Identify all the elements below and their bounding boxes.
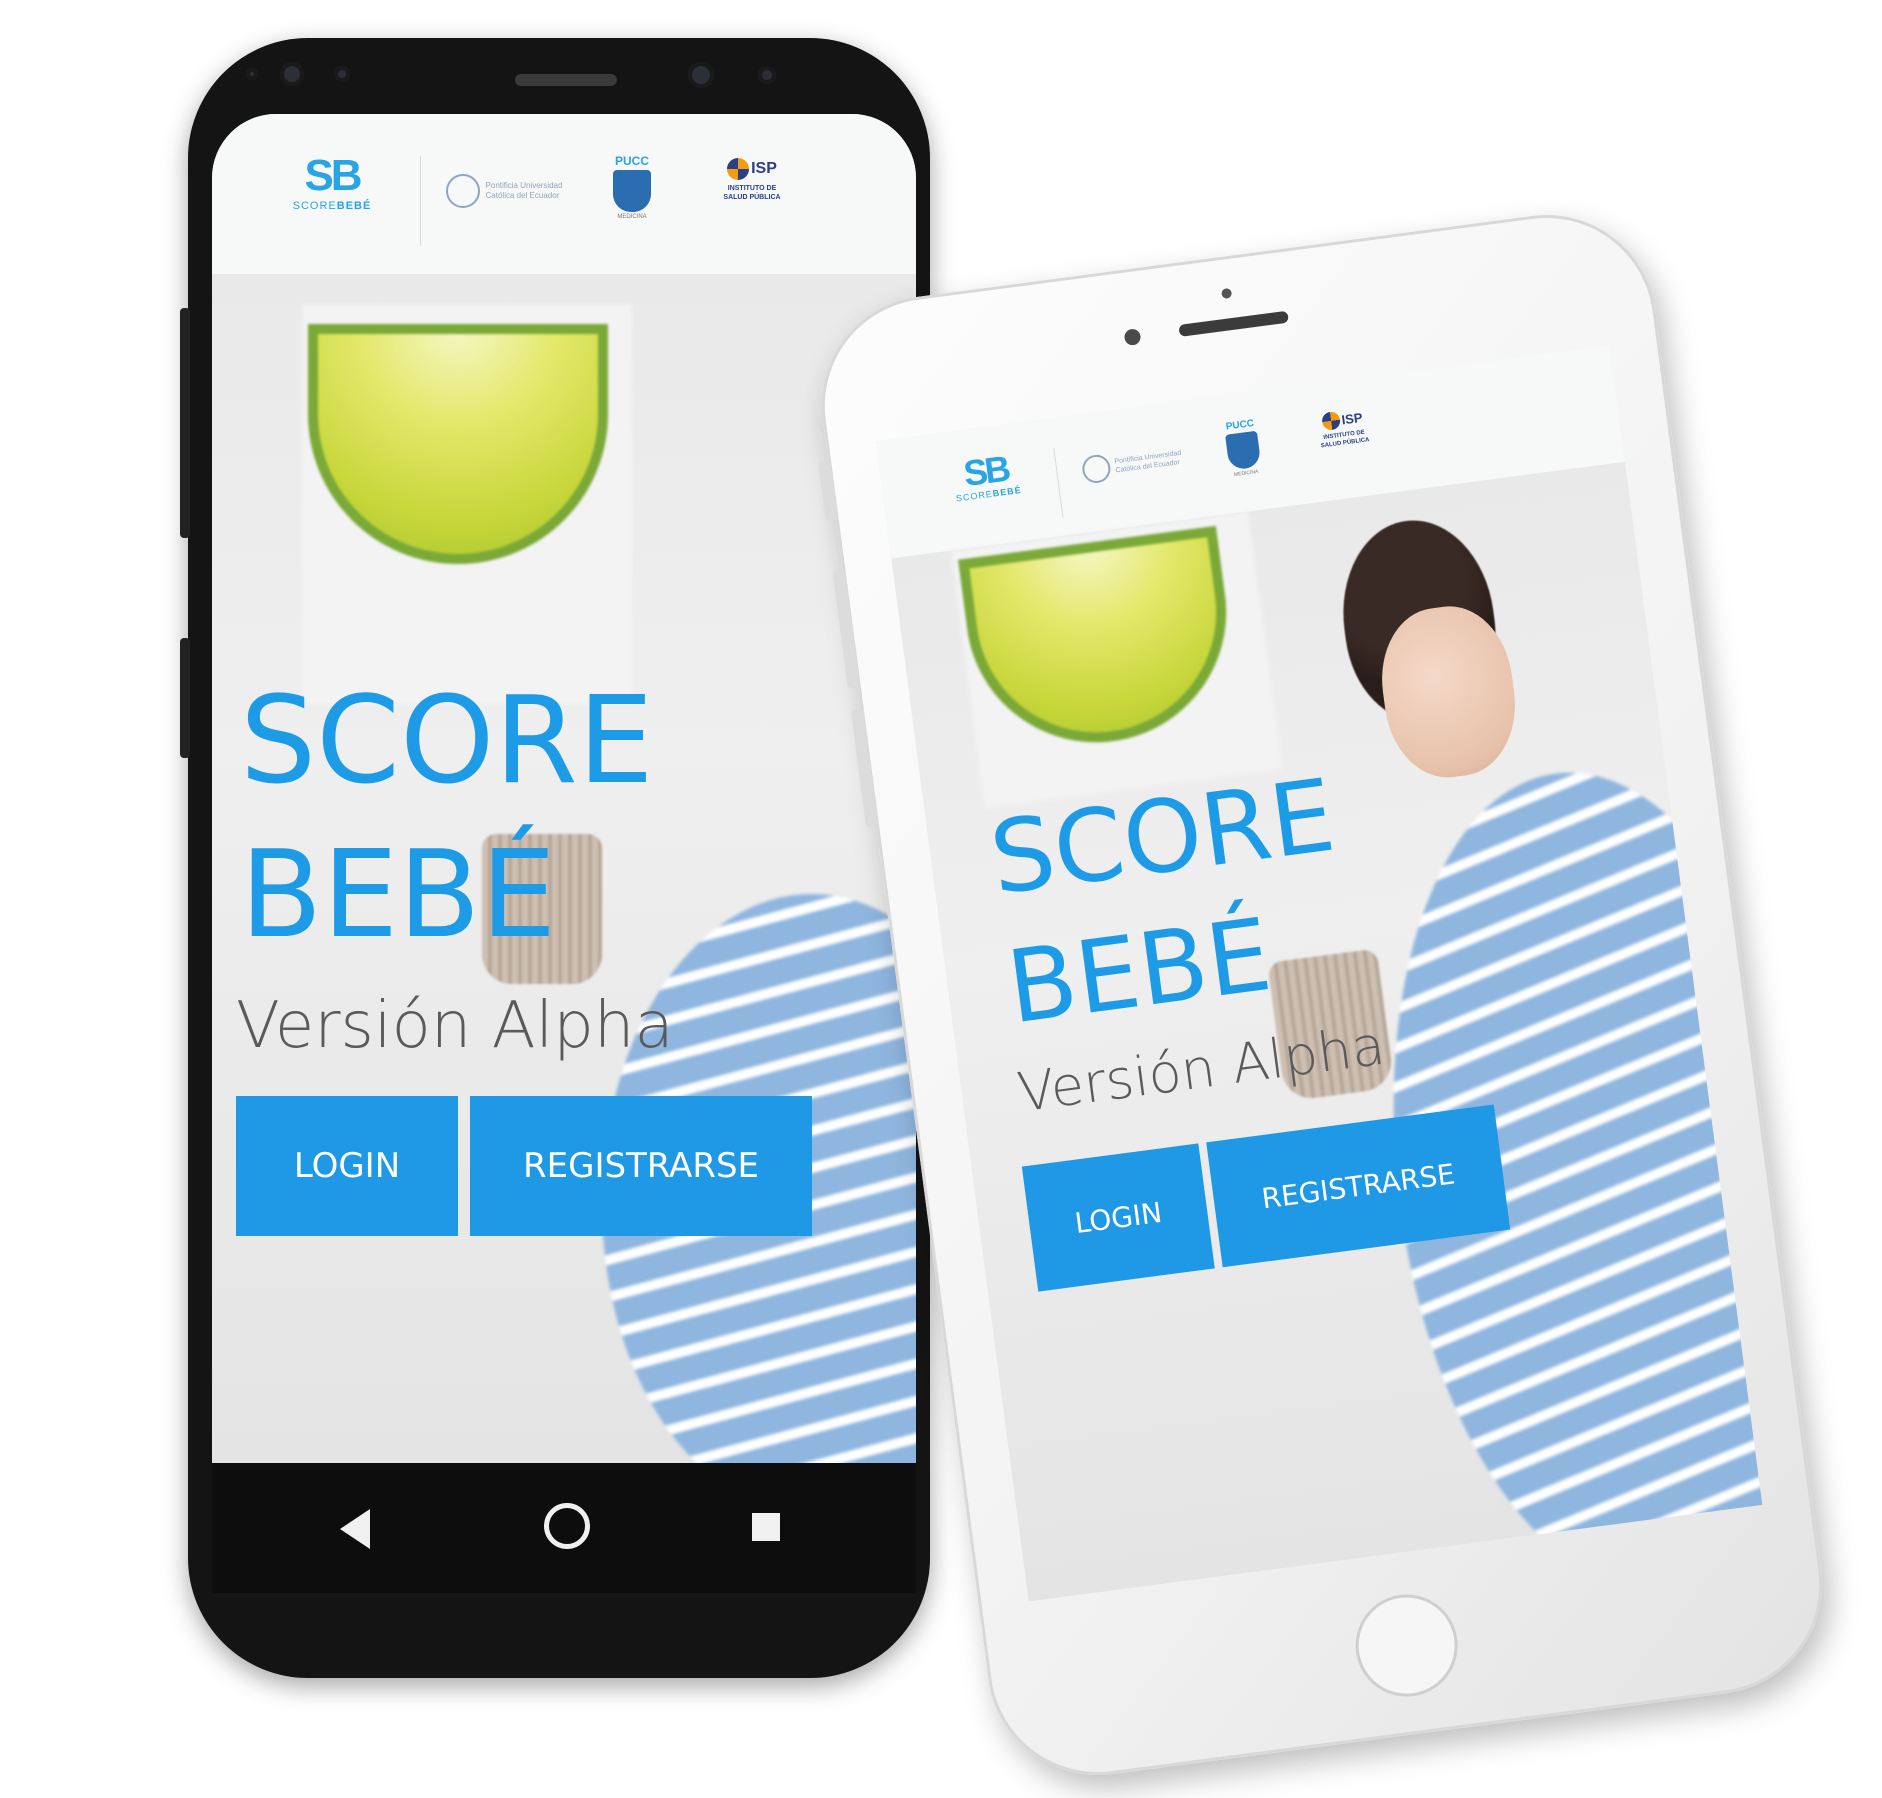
- pucc-logo-2: PUCC MEDICINA: [1212, 416, 1273, 480]
- iphone-wrapper: SB SCOREBEBÉ Pontificia Universidad Catól…: [808, 201, 1836, 1789]
- app-title-line2-2: BEBÉ: [1000, 895, 1278, 1047]
- register-button[interactable]: REGISTRARSE: [470, 1096, 812, 1236]
- version-subtitle: Versión Alpha: [236, 989, 674, 1063]
- iphone-front-camera-icon: [1123, 328, 1142, 347]
- iphone-home-button[interactable]: [1349, 1588, 1464, 1703]
- home-circle-icon[interactable]: [544, 1503, 590, 1549]
- puce-logo: Pontificia Universidad Católica del Ecuad…: [444, 174, 564, 208]
- puce-seal-icon-2: [1080, 453, 1112, 485]
- scorebebe-logo: SB SCOREBEBÉ: [292, 151, 372, 213]
- pucc-shield-icon-2: [1225, 430, 1262, 471]
- android-sensor-icon-2: [758, 66, 776, 84]
- android-bixby-button: [180, 638, 190, 758]
- back-triangle-icon[interactable]: [340, 1509, 370, 1549]
- iphone-phone: SB SCOREBEBÉ Pontificia Universidad Catól…: [808, 201, 1836, 1789]
- android-volume-button: [180, 308, 190, 538]
- android-sensor-icon: [246, 68, 258, 80]
- iphone-screen: SB SCOREBEBÉ Pontificia Universidad Catól…: [875, 344, 1763, 1602]
- android-navbar: [212, 1463, 916, 1593]
- android-speaker: [515, 74, 617, 86]
- pucc-shield-icon: [613, 170, 651, 212]
- android-phone: SB SCOREBEBÉ Pontificia Universidad Catól…: [180, 38, 930, 1678]
- login-button-2[interactable]: LOGIN: [1021, 1143, 1215, 1292]
- puce-seal-icon: [445, 174, 480, 208]
- app-title-line2: BEBÉ: [240, 826, 557, 965]
- isp-logo: ISP INSTITUTO DE SALUD PÚBLICA: [723, 158, 781, 201]
- app-title-line1: SCORE: [240, 672, 654, 811]
- login-button[interactable]: LOGIN: [236, 1096, 458, 1236]
- scorebebe-logo-2: SB SCOREBEBÉ: [955, 447, 1023, 504]
- android-front-camera-icon: [688, 62, 714, 88]
- iphone-sensor-icon: [1221, 287, 1233, 300]
- puce-logo-2: Pontificia Universidad Católica del Ecuad…: [1076, 443, 1189, 485]
- isp-logo-2: ISP INSTITUTO DE SALUD PÚBLICA: [1320, 409, 1370, 450]
- isp-sun-icon: [727, 158, 750, 180]
- android-proximity-icon: [334, 66, 350, 82]
- android-iris-camera-icon: [280, 62, 304, 86]
- isp-sun-icon-2: [1320, 410, 1341, 432]
- header-divider-2: [1053, 448, 1064, 518]
- android-hero: SCORE BEBÉ Versión Alpha LOGIN REGISTRAR…: [212, 274, 916, 1464]
- pucc-logo: PUCC MEDICINA: [613, 154, 651, 220]
- android-header: SB SCOREBEBÉ Pontificia Universidad Catól…: [212, 114, 916, 275]
- recents-square-icon[interactable]: [752, 1513, 780, 1541]
- iphone-hero: SCORE BEBÉ Versión Alpha LOGIN REGISTRAR…: [891, 461, 1763, 1602]
- header-divider: [420, 156, 421, 246]
- iphone-earpiece: [1178, 310, 1289, 337]
